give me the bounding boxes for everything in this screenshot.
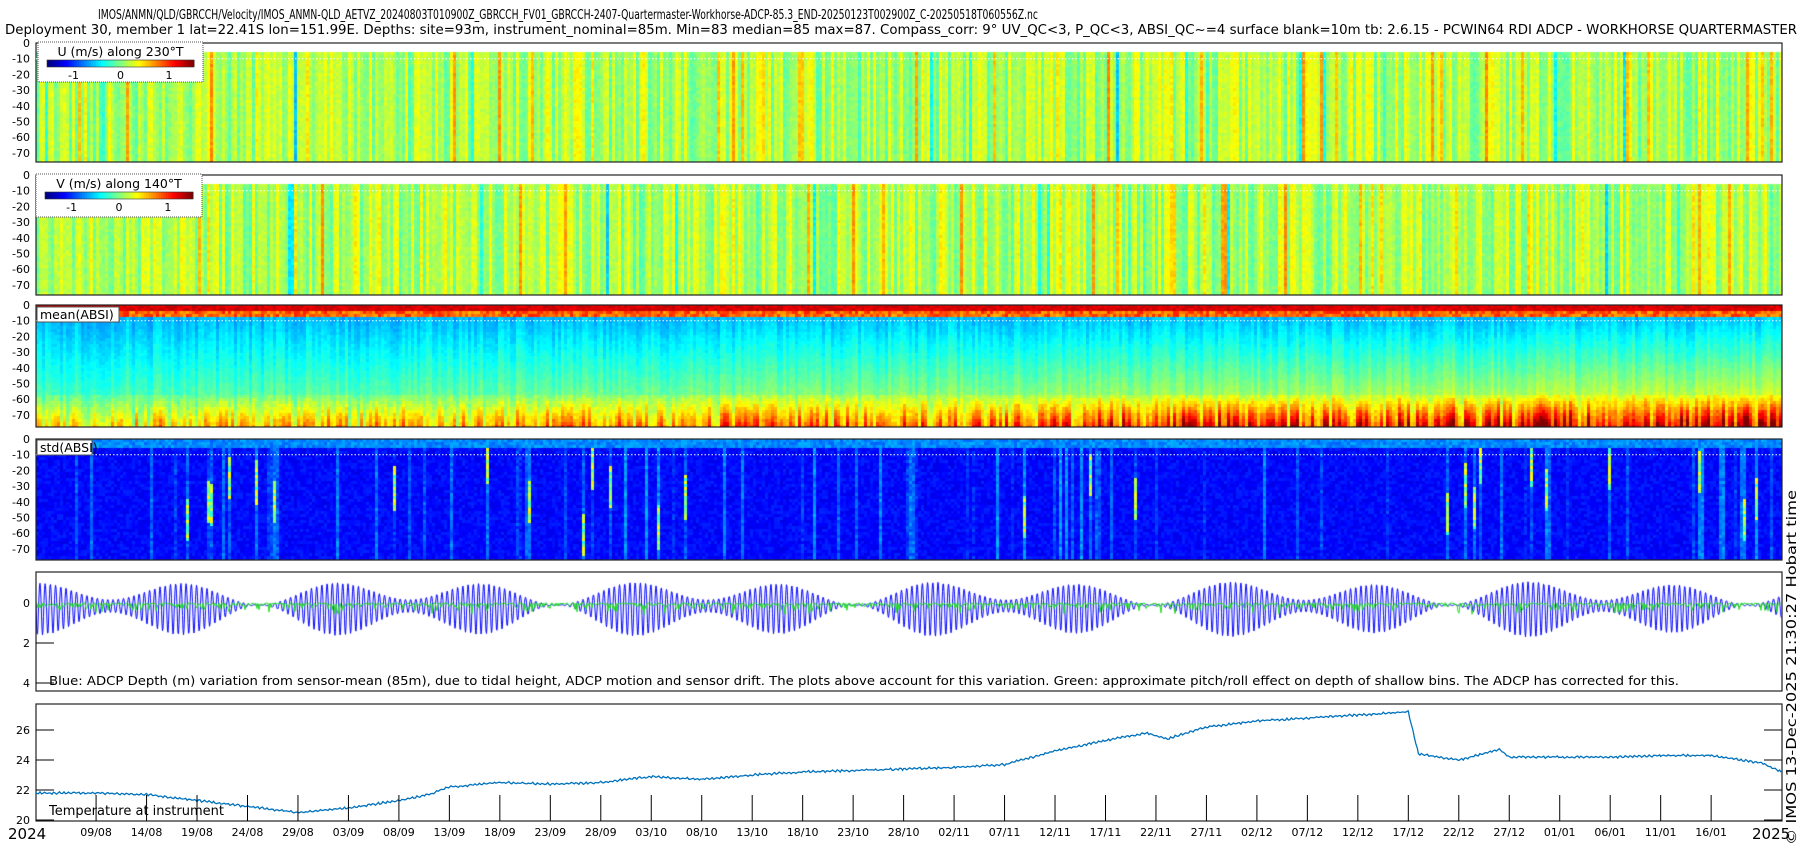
- depth-tick-label: -40: [12, 100, 30, 113]
- depth-tick-label: -70: [12, 409, 30, 422]
- depth-tick-label: 0: [23, 433, 30, 446]
- depth-tick-label: -60: [12, 393, 30, 406]
- v-velocity-heatmap: [36, 175, 1782, 295]
- std-absi-heatmap: [36, 439, 1782, 560]
- mean-absi-heatmap: [36, 305, 1782, 427]
- depth-tick-label: -30: [12, 216, 30, 229]
- depth-variation-tick-label: 2: [23, 637, 30, 650]
- depth-tick-label: -60: [12, 263, 30, 276]
- depth-tick-label: 0: [23, 37, 30, 50]
- depth-tick-label: -10: [12, 185, 30, 198]
- depth-tick-label: -20: [12, 68, 30, 81]
- depth-tick-label: -10: [12, 53, 30, 66]
- depth-tick-label: 0: [23, 299, 30, 312]
- depth-tick-label: -40: [12, 362, 30, 375]
- depth-tick-label: -50: [12, 378, 30, 391]
- depth-tick-label: -40: [12, 232, 30, 245]
- depth-tick-label: -30: [12, 480, 30, 493]
- adcp-summary-figure: IMOS/ANMN/QLD/GBRCCH/Velocity/IMOS_ANMN-…: [0, 0, 1800, 850]
- depth-tick-label: -20: [12, 330, 30, 343]
- depth-tick-label: -20: [12, 200, 30, 213]
- depth-tick-label: -10: [12, 449, 30, 462]
- temperature-tick-label: 24: [16, 754, 30, 767]
- depth-tick-label: 0: [23, 169, 30, 182]
- depth-tick-label: -10: [12, 315, 30, 328]
- depth-tick-label: -50: [12, 116, 30, 129]
- depth-variation-tick-label: 0: [23, 597, 30, 610]
- temperature-tick-label: 22: [16, 784, 30, 797]
- title-line-1: IMOS/ANMN/QLD/GBRCCH/Velocity/IMOS_ANMN-…: [98, 8, 1038, 23]
- depth-tick-label: -30: [12, 84, 30, 97]
- temperature-tick-label: 26: [16, 724, 30, 737]
- temperature-tick-label: 20: [16, 814, 30, 827]
- depth-tick-label: -60: [12, 131, 30, 144]
- depth-tick-label: -60: [12, 527, 30, 540]
- depth-tick-label: -70: [12, 279, 30, 292]
- depth-variation-plot: [36, 572, 1782, 691]
- title-line-2: Deployment 30, member 1 lat=22.41S lon=1…: [5, 23, 1797, 38]
- depth-tick-label: -30: [12, 346, 30, 359]
- depth-variation-tick-label: 4: [23, 677, 30, 690]
- depth-tick-label: -70: [12, 543, 30, 556]
- footer-timestamp: © IMOS 13-Dec-2025 21:30:27 Hobart time: [1785, 490, 1800, 845]
- depth-tick-label: -50: [12, 248, 30, 261]
- depth-tick-label: -20: [12, 464, 30, 477]
- depth-tick-label: -50: [12, 512, 30, 525]
- axes-group: 0 -10 -20 -30 -40 -50 -60 -70 0 -10 -20 -30 -40 -50 -6…: [12, 37, 30, 827]
- depth-tick-label: -40: [12, 496, 30, 509]
- depth-tick-label: -70: [12, 147, 30, 160]
- u-velocity-heatmap: [36, 43, 1782, 162]
